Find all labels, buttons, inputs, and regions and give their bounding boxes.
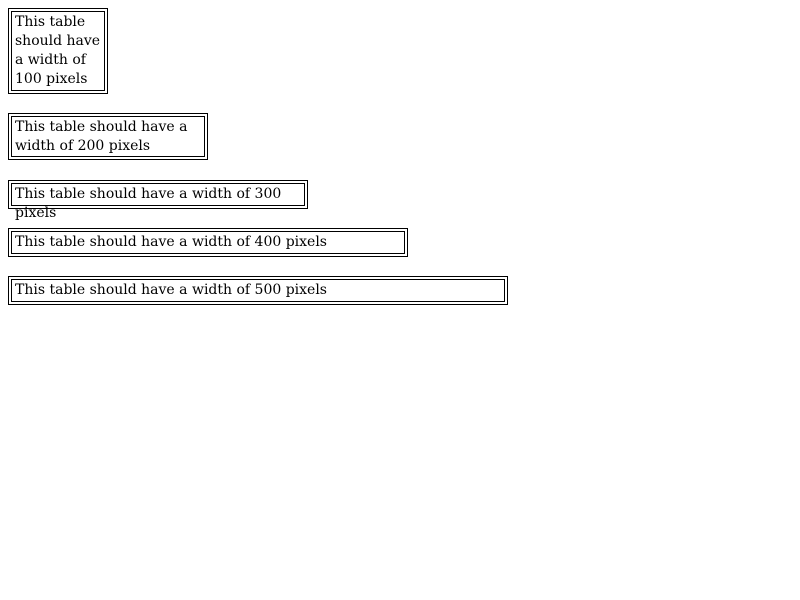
table-cell: This table should have a width of 300 pi…: [11, 183, 305, 221]
table-200px: This table should have a width of 200 pi…: [8, 113, 208, 160]
table-500px: This table should have a width of 500 pi…: [8, 276, 508, 305]
table-400px: This table should have a width of 400 pi…: [8, 228, 408, 257]
table-cell: This table should have a width of 100 pi…: [11, 11, 105, 91]
page: This table should have a width of 100 pi…: [0, 0, 800, 600]
table-300px: This table should have a width of 300 pi…: [8, 180, 308, 221]
table-cell: This table should have a width of 500 pi…: [11, 279, 505, 302]
table-cell: This table should have a width of 400 pi…: [11, 231, 405, 254]
table-100px: This table should have a width of 100 pi…: [8, 8, 108, 94]
table-cell: This table should have a width of 200 pi…: [11, 116, 205, 157]
